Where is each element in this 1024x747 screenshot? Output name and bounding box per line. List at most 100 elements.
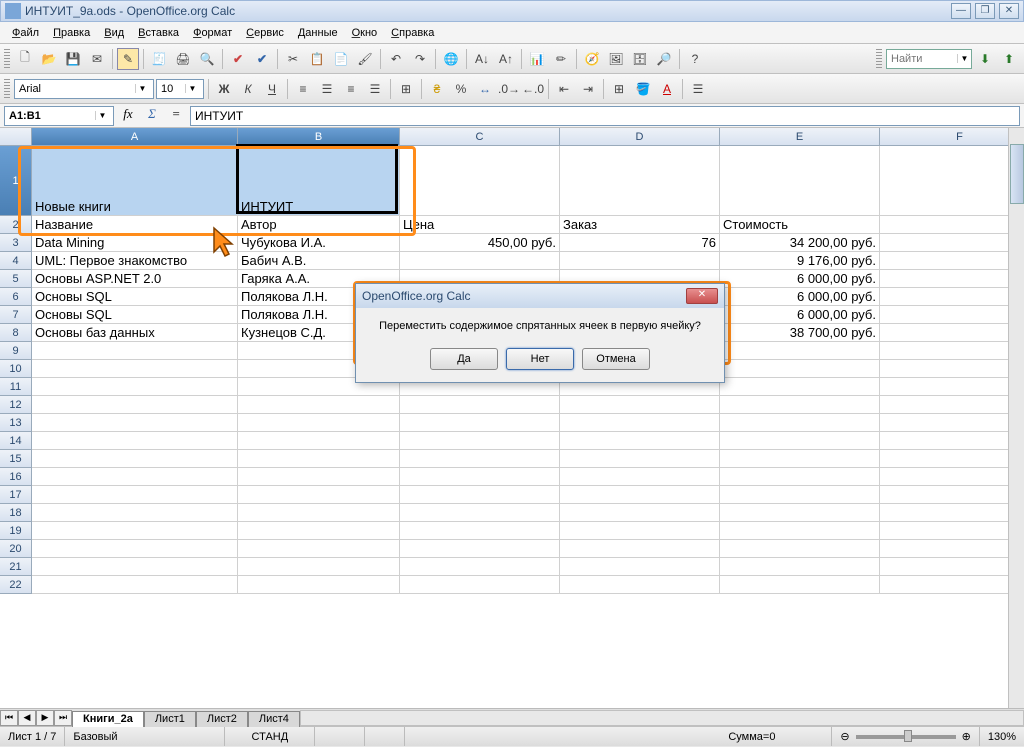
cell-F11[interactable]: [880, 378, 1024, 396]
font-size-box[interactable]: ▼: [156, 79, 204, 99]
open-button[interactable]: 📂: [38, 48, 60, 70]
save-button[interactable]: 💾: [62, 48, 84, 70]
namebox[interactable]: ▼: [4, 106, 114, 126]
close-button[interactable]: ✕: [999, 3, 1019, 19]
zoom-button[interactable]: 🔎: [653, 48, 675, 70]
cell-A1[interactable]: Новые книги: [32, 146, 238, 216]
email-button[interactable]: ✉: [86, 48, 108, 70]
colhead-A[interactable]: A: [32, 128, 238, 146]
increase-indent-button[interactable]: ⇥: [577, 78, 599, 100]
namebox-dropdown[interactable]: ▼: [95, 111, 109, 120]
cell-B21[interactable]: [238, 558, 400, 576]
cell-F12[interactable]: [880, 396, 1024, 414]
vertical-scrollbar[interactable]: [1008, 128, 1024, 708]
status-sel[interactable]: [365, 727, 405, 746]
cell-E19[interactable]: [720, 522, 880, 540]
cell-E7[interactable]: 6 000,00 руб.: [720, 306, 880, 324]
dialog-titlebar[interactable]: OpenOffice.org Calc ✕: [356, 284, 724, 308]
cell-F7[interactable]: [880, 306, 1024, 324]
cell-D2[interactable]: Заказ: [560, 216, 720, 234]
cell-A2[interactable]: Название: [32, 216, 238, 234]
rowhead-13[interactable]: 13: [0, 414, 32, 432]
zoom-out-icon[interactable]: ⊖: [840, 727, 849, 747]
cell-F3[interactable]: [880, 234, 1024, 252]
sheet-tab-0[interactable]: Книги_2а: [72, 711, 144, 727]
font-size-dropdown[interactable]: ▼: [185, 84, 199, 93]
datasources-button[interactable]: 🗄: [629, 48, 651, 70]
cell-F20[interactable]: [880, 540, 1024, 558]
cell-C18[interactable]: [400, 504, 560, 522]
edit-mode-button[interactable]: ✎: [117, 48, 139, 70]
cell-B15[interactable]: [238, 450, 400, 468]
cell-A20[interactable]: [32, 540, 238, 558]
cell-D13[interactable]: [560, 414, 720, 432]
cell-B17[interactable]: [238, 486, 400, 504]
cell-A22[interactable]: [32, 576, 238, 594]
rowhead-16[interactable]: 16: [0, 468, 32, 486]
cell-A13[interactable]: [32, 414, 238, 432]
toolbar-grip-3[interactable]: [4, 79, 10, 99]
cell-F21[interactable]: [880, 558, 1024, 576]
minimize-button[interactable]: —: [951, 3, 971, 19]
cell-A9[interactable]: [32, 342, 238, 360]
autospell-button[interactable]: ✔: [251, 48, 273, 70]
currency-button[interactable]: ₴: [426, 78, 448, 100]
sort-desc-button[interactable]: A↑: [495, 48, 517, 70]
cell-C21[interactable]: [400, 558, 560, 576]
menu-формат[interactable]: Формат: [187, 25, 238, 41]
cell-C19[interactable]: [400, 522, 560, 540]
cell-C14[interactable]: [400, 432, 560, 450]
cell-E11[interactable]: [720, 378, 880, 396]
rowhead-12[interactable]: 12: [0, 396, 32, 414]
cell-C1[interactable]: [400, 146, 560, 216]
colhead-E[interactable]: E: [720, 128, 880, 146]
cell-E8[interactable]: 38 700,00 руб.: [720, 324, 880, 342]
horizontal-scrollbar[interactable]: [300, 710, 1024, 726]
cell-D22[interactable]: [560, 576, 720, 594]
cell-B13[interactable]: [238, 414, 400, 432]
sheet-tab-1[interactable]: Лист1: [144, 711, 196, 727]
help-button[interactable]: ?: [684, 48, 706, 70]
sheet-tab-2[interactable]: Лист2: [196, 711, 248, 727]
cell-D3[interactable]: 76: [560, 234, 720, 252]
tab-last-button[interactable]: ⏭: [54, 710, 72, 726]
font-name-input[interactable]: [15, 83, 135, 95]
font-size-input[interactable]: [157, 83, 185, 95]
font-name-box[interactable]: ▼: [14, 79, 154, 99]
rowhead-18[interactable]: 18: [0, 504, 32, 522]
cell-E9[interactable]: [720, 342, 880, 360]
more-format-button[interactable]: ☰: [687, 78, 709, 100]
cell-B20[interactable]: [238, 540, 400, 558]
cell-A12[interactable]: [32, 396, 238, 414]
find-box[interactable]: ▼: [886, 49, 972, 69]
cell-C16[interactable]: [400, 468, 560, 486]
rowhead-10[interactable]: 10: [0, 360, 32, 378]
sort-asc-button[interactable]: A↓: [471, 48, 493, 70]
find-prev-button[interactable]: ⬆: [998, 48, 1020, 70]
hyperlink-button[interactable]: 🌐: [440, 48, 462, 70]
borders-button[interactable]: ⊞: [608, 78, 630, 100]
align-center-button[interactable]: ☰: [316, 78, 338, 100]
fontcolor-button[interactable]: A: [656, 78, 678, 100]
cell-C13[interactable]: [400, 414, 560, 432]
cell-A3[interactable]: Data Mining: [32, 234, 238, 252]
zoom-control[interactable]: ⊖ ⊕: [832, 727, 979, 746]
format-paint-button[interactable]: 🖌: [354, 48, 376, 70]
cell-D15[interactable]: [560, 450, 720, 468]
cell-E12[interactable]: [720, 396, 880, 414]
italic-button[interactable]: К: [237, 78, 259, 100]
toolbar-grip[interactable]: [4, 49, 10, 69]
print-button[interactable]: 🖨: [172, 48, 194, 70]
cell-F19[interactable]: [880, 522, 1024, 540]
find-input[interactable]: [887, 53, 957, 65]
font-name-dropdown[interactable]: ▼: [135, 84, 149, 93]
rowhead-7[interactable]: 7: [0, 306, 32, 324]
status-mode[interactable]: СТАНД: [225, 727, 315, 746]
add-decimal-button[interactable]: .0→: [498, 78, 520, 100]
cell-F13[interactable]: [880, 414, 1024, 432]
colhead-B[interactable]: B: [238, 128, 400, 146]
colhead-C[interactable]: C: [400, 128, 560, 146]
cell-F14[interactable]: [880, 432, 1024, 450]
cell-D19[interactable]: [560, 522, 720, 540]
cell-F1[interactable]: [880, 146, 1024, 216]
